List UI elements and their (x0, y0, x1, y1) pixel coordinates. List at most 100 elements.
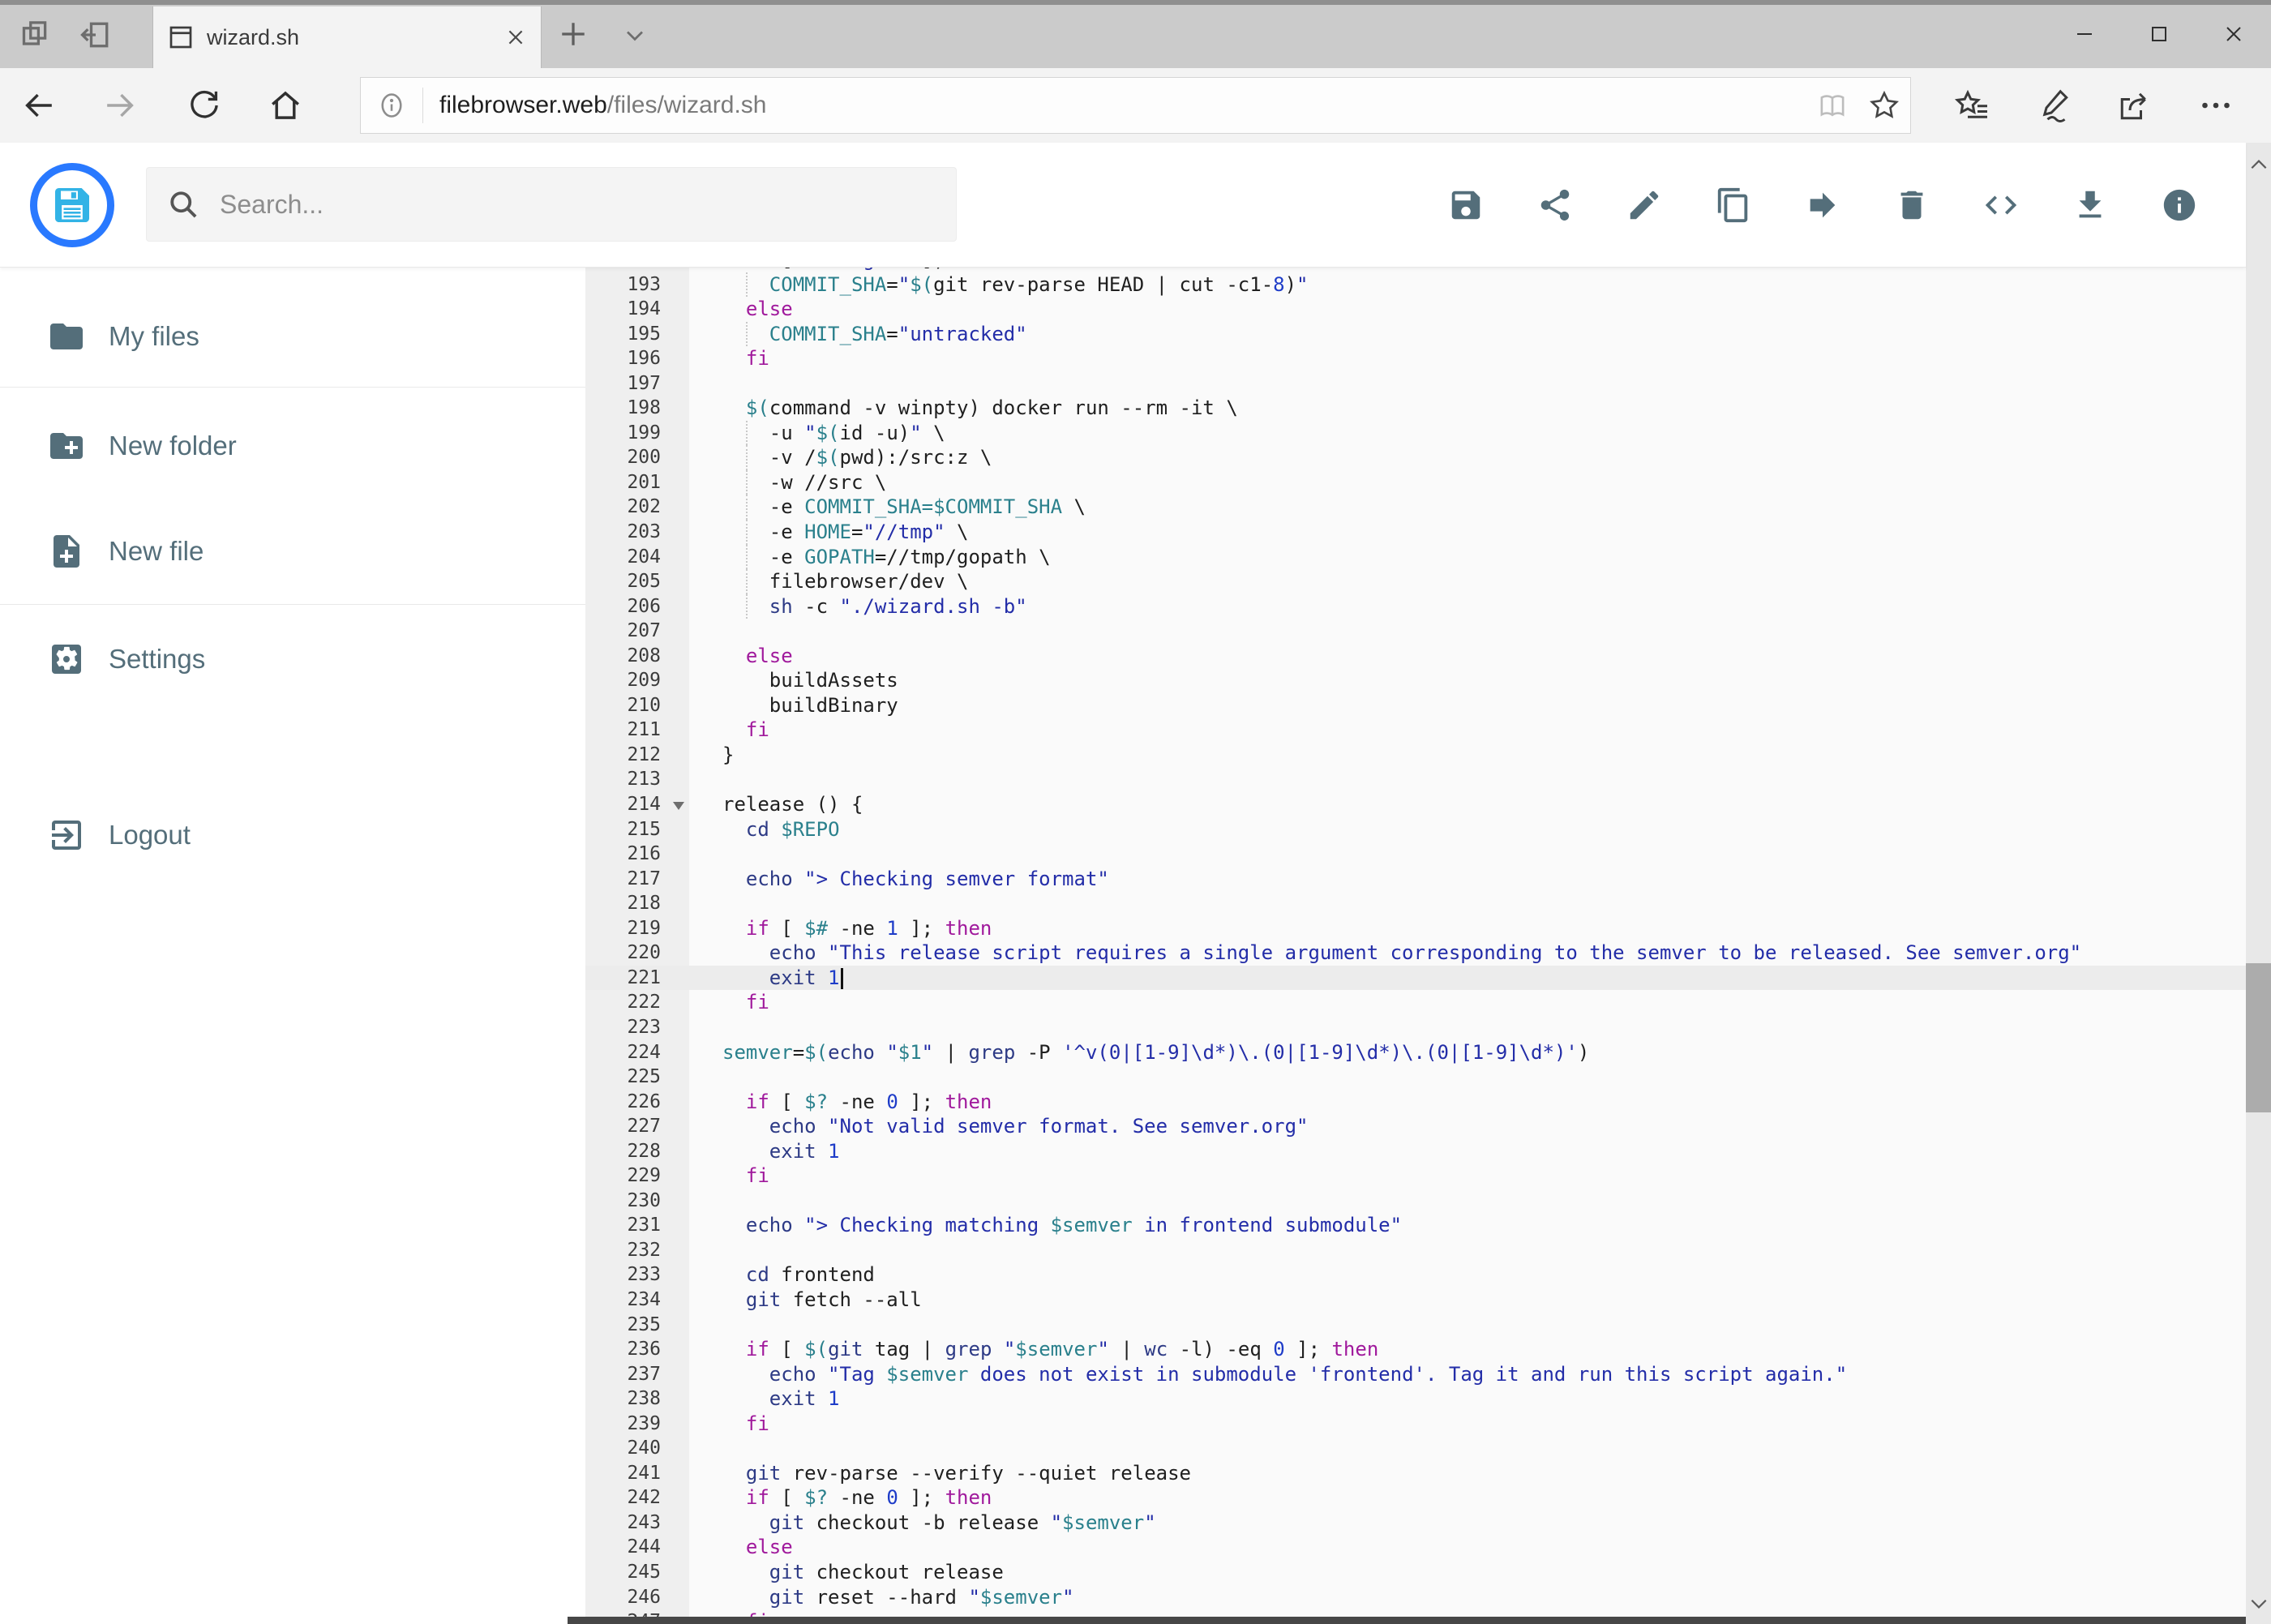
code-line[interactable]: 217 echo "> Checking semver format" (585, 866, 2246, 892)
sidebar-item-logout[interactable]: Logout (0, 803, 585, 868)
editor-horizontal-scrollbar[interactable] (568, 1617, 2246, 1624)
favorites-star-icon[interactable] (1858, 88, 1910, 122)
code-line[interactable]: 210 buildBinary (585, 692, 2246, 718)
more-options-icon[interactable] (2193, 83, 2239, 128)
code-line[interactable]: 197 (585, 371, 2246, 396)
copy-button[interactable] (1715, 186, 1752, 224)
code-line[interactable]: 226 if [ $? -ne 0 ]; then (585, 1089, 2246, 1115)
code-line[interactable]: 225 (585, 1065, 2246, 1090)
code-line[interactable]: 206 sh -c "./wizard.sh -b" (585, 593, 2246, 619)
home-button[interactable] (261, 83, 310, 128)
url-text[interactable]: filebrowser.web/files/wizard.sh (439, 92, 1806, 119)
code-line[interactable]: 229 fi (585, 1163, 2246, 1189)
code-line[interactable]: 215 cd $REPO (585, 816, 2246, 842)
download-button[interactable] (2072, 186, 2109, 224)
code-line[interactable]: 214 release () { (585, 792, 2246, 817)
code-line[interactable]: 195 COMMIT_SHA="untracked" (585, 321, 2246, 347)
code-line[interactable]: 241 git rev-parse --verify --quiet relea… (585, 1460, 2246, 1486)
code-line[interactable]: 203 -e HOME="//tmp" \ (585, 520, 2246, 545)
code-line[interactable]: 198 $(command -v winpty) docker run --rm… (585, 396, 2246, 421)
code-line[interactable]: 205 filebrowser/dev \ (585, 569, 2246, 594)
scrollbar-thumb[interactable] (2246, 963, 2271, 1112)
page-scrollbar[interactable] (2246, 143, 2271, 1624)
code-line[interactable]: 194 else (585, 297, 2246, 322)
code-line[interactable]: 211 fi (585, 718, 2246, 743)
maximize-button[interactable] (2122, 0, 2196, 68)
sidebar-item-settings[interactable]: Settings (0, 627, 585, 692)
code-line[interactable]: 234 git fetch --all (585, 1287, 2246, 1313)
code-line[interactable]: 208 else (585, 643, 2246, 669)
share-button[interactable] (1536, 186, 1574, 224)
set-tabs-aside-button[interactable] (70, 11, 122, 58)
code-line[interactable]: 199 -u "$(id -u)" \ (585, 420, 2246, 446)
code-line[interactable]: 209 buildAssets (585, 668, 2246, 693)
code-line[interactable]: 212} (585, 742, 2246, 768)
raw-code-button[interactable] (1982, 186, 2020, 224)
back-button[interactable] (15, 83, 63, 128)
forward-button[interactable] (96, 83, 144, 128)
code-line[interactable]: 204 -e GOPATH=//tmp/gopath \ (585, 544, 2246, 570)
code-line[interactable]: 230 (585, 1188, 2246, 1214)
code-line[interactable]: 222 fi (585, 990, 2246, 1015)
code-editor[interactable]: 192 if [ -d ".git" ]; then193 COMMIT_SHA… (585, 268, 2246, 1624)
code-line[interactable]: 246 git reset --hard "$semver" (585, 1584, 2246, 1610)
code-line[interactable]: 219 if [ $# -ne 1 ]; then (585, 915, 2246, 941)
close-button[interactable] (2196, 0, 2271, 68)
code-line[interactable]: 221 exit 1 (585, 965, 2246, 991)
code-line[interactable]: 243 git checkout -b release "$semver" (585, 1510, 2246, 1536)
code-line[interactable]: 238 exit 1 (585, 1386, 2246, 1412)
code-line[interactable]: 201 -w //src \ (585, 469, 2246, 495)
code-line[interactable]: 244 else (585, 1535, 2246, 1560)
code-line[interactable]: 223 (585, 1014, 2246, 1040)
tab-preview-button[interactable] (11, 11, 63, 58)
code-line[interactable]: 240 (585, 1436, 2246, 1461)
code-line[interactable]: 233 cd frontend (585, 1262, 2246, 1288)
code-line[interactable]: 237 echo "Tag $semver does not exist in … (585, 1361, 2246, 1387)
info-button[interactable] (2161, 186, 2198, 224)
code-line[interactable]: 202 -e COMMIT_SHA=$COMMIT_SHA \ (585, 495, 2246, 521)
fold-arrow-icon[interactable] (673, 802, 684, 811)
code-line[interactable]: 213 (585, 767, 2246, 793)
address-bar[interactable]: filebrowser.web/files/wizard.sh (360, 77, 1911, 134)
code-line[interactable]: 232 (585, 1237, 2246, 1263)
save-button[interactable] (1447, 186, 1485, 224)
code-line[interactable]: 224 semver=$(echo "$1" | grep -P '^v(0|[1… (585, 1039, 2246, 1065)
delete-button[interactable] (1893, 186, 1930, 224)
filebrowser-logo[interactable] (30, 163, 114, 247)
code-line[interactable]: 245 git checkout release (585, 1559, 2246, 1585)
minimize-button[interactable] (2047, 0, 2122, 68)
hub-icon[interactable] (1950, 83, 1995, 128)
code-line[interactable]: 193 COMMIT_SHA="$(git rev-parse HEAD | c… (585, 272, 2246, 298)
search-input[interactable] (220, 189, 956, 220)
sidebar-item-new-file[interactable]: New file (0, 519, 585, 584)
move-button[interactable] (1804, 186, 1841, 224)
code-line[interactable]: 235 (585, 1312, 2246, 1338)
scroll-down-icon[interactable] (2246, 1587, 2271, 1619)
code-line[interactable]: 228 exit 1 (585, 1138, 2246, 1164)
sidebar-item-my-files[interactable]: My files (0, 304, 585, 369)
code-line[interactable]: 236 if [ $(git tag | grep "$semver" | wc… (585, 1337, 2246, 1362)
browser-tab[interactable]: wizard.sh (152, 6, 542, 68)
code-line[interactable]: 242 if [ $? -ne 0 ]; then (585, 1485, 2246, 1510)
reading-view-icon[interactable] (1806, 88, 1858, 122)
code-line[interactable]: 231 echo "> Checking matching $semver in… (585, 1213, 2246, 1238)
scroll-up-icon[interactable] (2246, 149, 2271, 182)
refresh-button[interactable] (180, 83, 229, 128)
share-icon[interactable] (2112, 83, 2157, 128)
code-line[interactable]: 218 (585, 891, 2246, 916)
code-line[interactable]: 220 echo "This release script requires a… (585, 941, 2246, 966)
annotate-pen-icon[interactable] (2031, 83, 2076, 128)
code-line[interactable]: 227 echo "Not valid semver format. See s… (585, 1114, 2246, 1139)
code-line[interactable]: 239 fi (585, 1411, 2246, 1437)
sidebar-item-new-folder[interactable]: New folder (0, 413, 585, 478)
search-box[interactable] (146, 167, 957, 242)
code-line[interactable]: 200 -v /$(pwd):/src:z \ (585, 445, 2246, 470)
new-tab-button[interactable] (555, 16, 591, 52)
tab-list-chevron-icon[interactable] (620, 21, 649, 50)
edit-button[interactable] (1626, 186, 1663, 224)
code-line[interactable]: 196 fi (585, 346, 2246, 371)
tab-close-icon[interactable] (495, 17, 536, 58)
code-line[interactable]: 207 (585, 619, 2246, 644)
site-info-icon[interactable] (361, 91, 422, 120)
code-line[interactable]: 216 (585, 842, 2246, 867)
